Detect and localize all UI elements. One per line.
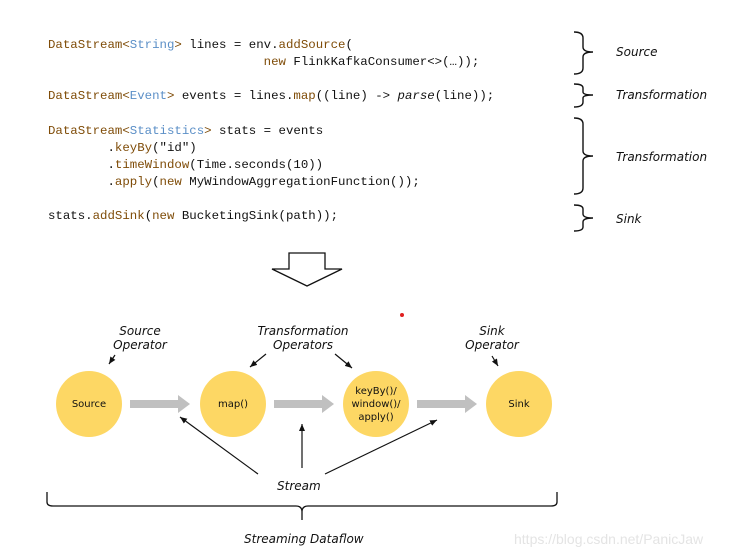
node-map: map()	[200, 371, 266, 437]
node-label: Source	[71, 398, 107, 410]
label-sink: Sink	[616, 212, 642, 226]
callout-line: Operator	[465, 338, 519, 352]
brace-streaming-dataflow	[46, 492, 558, 520]
watermark: https://blog.csdn.net/PanicJaw	[514, 531, 704, 547]
flow-arrow-source-map	[130, 395, 190, 413]
red-dot	[400, 313, 404, 317]
callout-line: Sink	[479, 324, 505, 338]
node-sink: Sink	[486, 371, 552, 437]
brace-source	[573, 31, 594, 75]
callout-sink-operator: Sink Operator	[452, 324, 532, 352]
label-stream: Stream	[277, 479, 321, 493]
callout-line: Operator	[113, 338, 167, 352]
callout-arrow-sink	[491, 355, 499, 367]
callout-arrow-window	[334, 353, 353, 369]
callout-transformation-operators: Transformation Operators	[248, 324, 358, 352]
flow-arrow-window-sink	[417, 395, 477, 413]
node-keyby-window-apply: keyBy()/ window()/ apply()	[343, 371, 409, 437]
callout-line: Source	[119, 324, 161, 338]
down-arrow-icon	[271, 252, 343, 287]
node-label: window()/	[351, 398, 401, 410]
brace-sink	[573, 204, 594, 232]
callout-arrow-source	[108, 354, 116, 365]
diagram-graphics	[46, 31, 594, 520]
node-label: Sink	[508, 398, 530, 410]
flow-arrow-map-window	[274, 395, 334, 413]
callout-line: Transformation	[257, 324, 349, 338]
brace-transformation-2	[573, 117, 594, 195]
callout-arrow-map	[249, 353, 267, 368]
label-transformation-2: Transformation	[616, 150, 708, 164]
label-source: Source	[616, 45, 658, 59]
node-label: apply()	[358, 411, 394, 423]
label-streaming-dataflow: Streaming Dataflow	[244, 532, 364, 546]
brace-transformation-1	[573, 83, 594, 108]
node-source: Source	[56, 371, 122, 437]
callout-source-operator: Source Operator	[100, 324, 180, 352]
node-label: map()	[217, 398, 249, 410]
callout-line: Operators	[273, 338, 333, 352]
label-transformation-1: Transformation	[616, 88, 708, 102]
node-label: keyBy()/	[355, 385, 397, 397]
